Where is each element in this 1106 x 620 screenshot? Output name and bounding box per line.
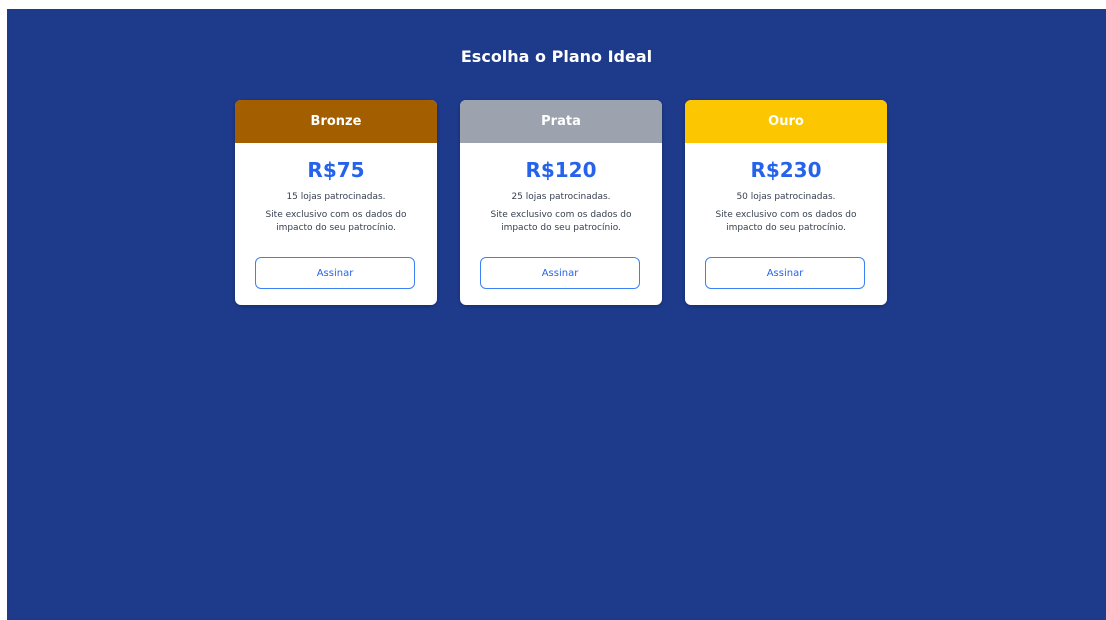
plan-price: R$120 (525, 158, 597, 182)
plan-card-bronze: Bronze R$75 15 lojas patrocinadas. Site … (235, 100, 437, 305)
page-title: Escolha o Plano Ideal (460, 47, 653, 66)
plans-container: Bronze R$75 15 lojas patrocinadas. Site … (235, 100, 887, 305)
subscribe-button-prata[interactable]: Assinar (480, 257, 640, 289)
page-background: Escolha o Plano Ideal Bronze R$75 15 loj… (7, 9, 1106, 620)
plan-card-ouro: Ouro R$230 50 lojas patrocinadas. Site e… (685, 100, 887, 305)
plan-stores: 25 lojas patrocinadas. (511, 192, 611, 202)
plan-header-ouro: Ouro (685, 100, 887, 143)
plan-stores: 15 lojas patrocinadas. (286, 192, 386, 202)
plan-card-prata: Prata R$120 25 lojas patrocinadas. Site … (460, 100, 662, 305)
plan-header-prata: Prata (460, 100, 662, 143)
plan-feature: Site exclusivo com os dados do impacto d… (715, 210, 857, 233)
plan-header-bronze: Bronze (235, 100, 437, 143)
plan-price: R$75 (307, 158, 365, 182)
plan-feature: Site exclusivo com os dados do impacto d… (265, 210, 407, 233)
subscribe-button-ouro[interactable]: Assinar (705, 257, 865, 289)
plan-price: R$230 (750, 158, 822, 182)
plan-feature: Site exclusivo com os dados do impacto d… (490, 210, 632, 233)
plan-stores: 50 lojas patrocinadas. (736, 192, 836, 202)
subscribe-button-bronze[interactable]: Assinar (255, 257, 415, 289)
